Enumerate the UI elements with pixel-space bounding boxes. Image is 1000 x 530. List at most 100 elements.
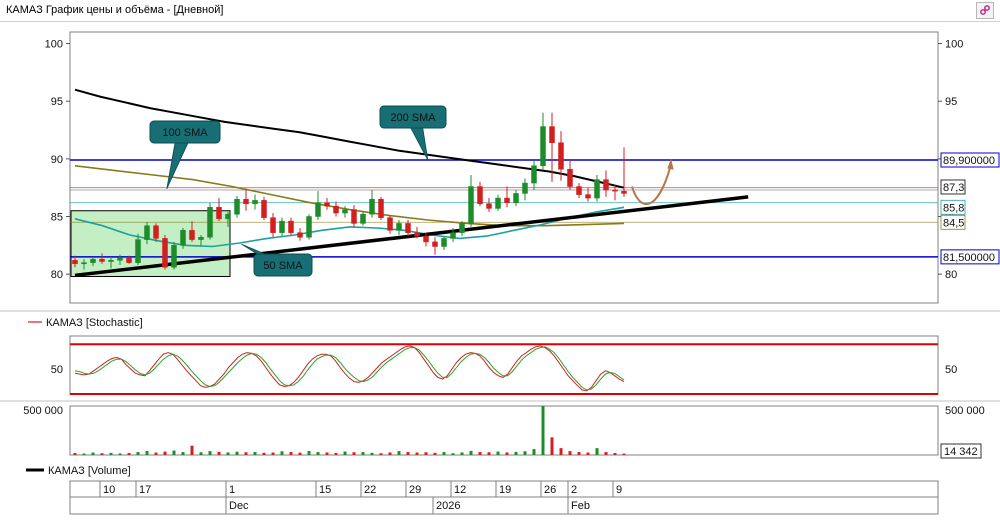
candle-body [531,165,537,184]
volume-bar [541,406,545,455]
candle-body [495,197,501,209]
candle-body [126,257,132,263]
candle-body [171,245,177,268]
candle-body [243,198,249,205]
volume-bar [136,452,140,455]
y-tick-label-right: 95 [945,96,957,108]
candle-body [153,225,159,239]
pin-icon-glyph [980,5,990,15]
candle-body [432,241,438,247]
candle-body [162,238,168,268]
candle-body [360,213,366,224]
candle-body [279,220,285,233]
time-axis-day-label: 17 [139,484,151,496]
volume-panel [69,405,939,456]
volume-bar [343,451,347,455]
volume-bar [307,451,311,455]
candle-body [135,239,141,263]
candle-body [306,216,312,238]
candle-body [567,168,573,187]
volume-bar [73,453,77,455]
candle-body [198,237,204,240]
value-label: 84,5 [943,217,964,229]
candle-body [297,232,303,238]
candle-body [549,126,555,143]
volume-bar [487,452,491,455]
volume-bar [604,452,608,455]
volume-bar [190,445,194,455]
volume-bar [415,452,419,455]
candle-body [369,198,375,215]
y-tick-label-left: 100 [45,39,63,51]
volume-bar [568,451,572,455]
candle-body [423,235,429,243]
candle-body [414,232,420,237]
volume-bar [523,451,527,455]
volume-bar [226,452,230,455]
time-axis-day-label: 29 [409,484,421,496]
time-axis-day-label: 19 [499,484,511,496]
candle-body [288,220,294,233]
volume-bar [406,452,410,455]
time-axis-month-label: 2026 [436,500,460,512]
candle-body [270,217,276,233]
volume-bar [235,451,239,455]
callout-label: 50 SMA [263,260,303,272]
time-axis-day-label: 22 [364,484,376,496]
volume-bar [325,452,329,455]
volume-bar [613,453,617,455]
volume-bar [262,452,266,455]
candle-body [477,186,483,205]
candle-body [342,209,348,214]
volume-bar [424,452,428,455]
candle-body [612,189,618,192]
volume-bar [271,452,275,455]
volume-bar [370,452,374,455]
candle-body [81,262,87,265]
time-axis-day-label: 1 [229,484,235,496]
volume-bar [388,452,392,455]
candle-body [576,186,582,195]
volume-legend: КАМАЗ [Volume] [48,465,131,477]
level-label: 81,500000 [943,252,995,264]
volume-bar [478,452,482,455]
window-titlebar: КАМАЗ График цены и объёма - [Дневной] [0,0,1000,22]
volume-bar [595,448,599,455]
volume-bar [442,452,446,455]
candle-body [621,190,627,194]
stochastic-legend: КАМАЗ [Stochastic] [46,317,143,329]
candle-body [558,142,564,170]
volume-bar [244,452,248,455]
volume-bar [397,451,401,455]
time-axis-day-label: 10 [103,484,115,496]
y-tick-label-right: 80 [945,269,957,281]
volume-bar [532,449,536,455]
candle-body [333,205,339,214]
window-title: КАМАЗ График цены и объёма - [Дневной] [6,4,224,16]
value-label: 85,8 [943,202,964,214]
volume-bar [91,452,95,455]
volume-bar [361,452,365,455]
time-axis-month-label: Feb [571,500,590,512]
candle-body [117,257,123,261]
chart-canvas[interactable]: 808085859090959510010089,90000081,500000… [0,22,1000,530]
volume-bar [154,452,158,455]
candle-body [207,207,213,238]
candle-body [504,197,510,203]
volume-bar [208,451,212,455]
pin-icon[interactable] [976,2,994,19]
candle-body [108,260,114,262]
volume-bar [199,452,203,455]
volume-bar [514,451,518,455]
y-tick-label-left: 80 [51,269,63,281]
volume-bar [100,453,104,455]
callout-label: 100 SMA [162,127,208,139]
volume-bar [379,453,383,455]
time-axis-day-label: 2 [571,484,577,496]
candle-body [90,258,96,263]
time-axis-day-label: 26 [544,484,556,496]
candle-body [378,198,384,218]
volume-bar [109,452,113,455]
candle-body [468,186,474,224]
volume-bar [586,452,590,455]
